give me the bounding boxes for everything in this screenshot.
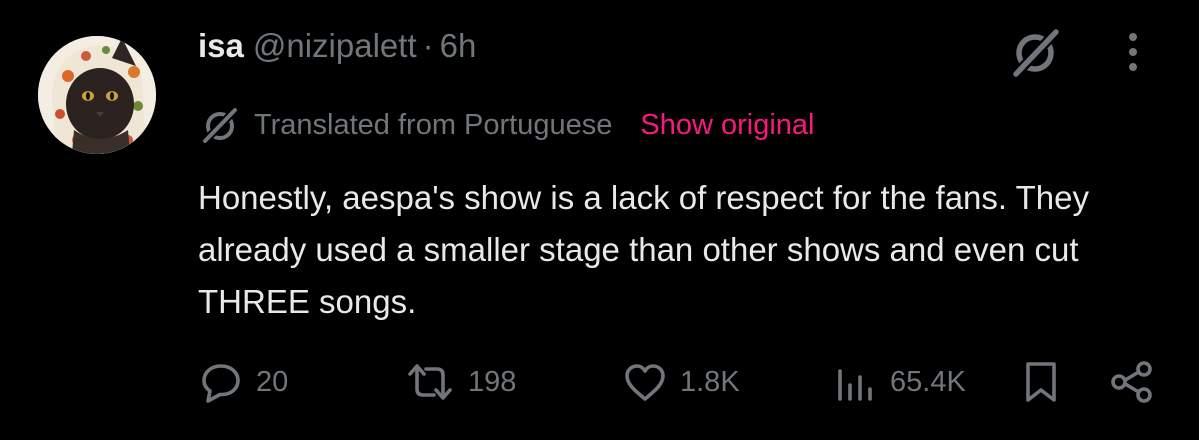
tweet-header: isa @nizipalett · 6h xyxy=(198,24,476,68)
share-icon xyxy=(1111,361,1152,403)
reply-button[interactable]: 20 xyxy=(198,356,288,408)
repost-count: 198 xyxy=(468,365,517,398)
views-button[interactable]: 65.4K xyxy=(834,356,966,408)
bookmark-button[interactable] xyxy=(1020,356,1062,408)
repost-icon xyxy=(408,364,452,400)
views-count: 65.4K xyxy=(890,365,966,398)
timestamp[interactable]: 6h xyxy=(440,27,477,65)
like-button[interactable]: 1.8K xyxy=(622,356,740,408)
reply-count: 20 xyxy=(256,365,289,398)
tweet-text: Honestly, aespa's show is a lack of resp… xyxy=(198,179,1090,320)
translation-row: Translated from Portuguese Show original xyxy=(200,104,815,146)
action-bar: 20 198 1.8K 65.4K xyxy=(0,356,1199,408)
translated-label: Translated from Portuguese xyxy=(254,108,613,141)
share-button[interactable] xyxy=(1108,356,1156,408)
tweet[interactable]: isa @nizipalett · 6h Translated from Por… xyxy=(0,0,1199,440)
like-count: 1.8K xyxy=(680,365,740,398)
repost-button[interactable]: 198 xyxy=(404,356,516,408)
grok-translate-icon xyxy=(201,106,239,145)
avatar[interactable] xyxy=(38,36,156,154)
user-handle[interactable]: @nizipalett xyxy=(253,27,417,65)
bookmark-icon xyxy=(1026,362,1056,402)
heart-icon xyxy=(625,364,665,401)
more-dots-icon[interactable] xyxy=(1116,28,1150,76)
views-chart-icon xyxy=(838,369,872,401)
grok-icon[interactable] xyxy=(1010,26,1061,79)
separator-dot: · xyxy=(422,27,434,64)
display-name[interactable]: isa xyxy=(198,27,244,65)
reply-icon xyxy=(202,364,240,403)
show-original-link[interactable]: Show original xyxy=(640,109,814,142)
